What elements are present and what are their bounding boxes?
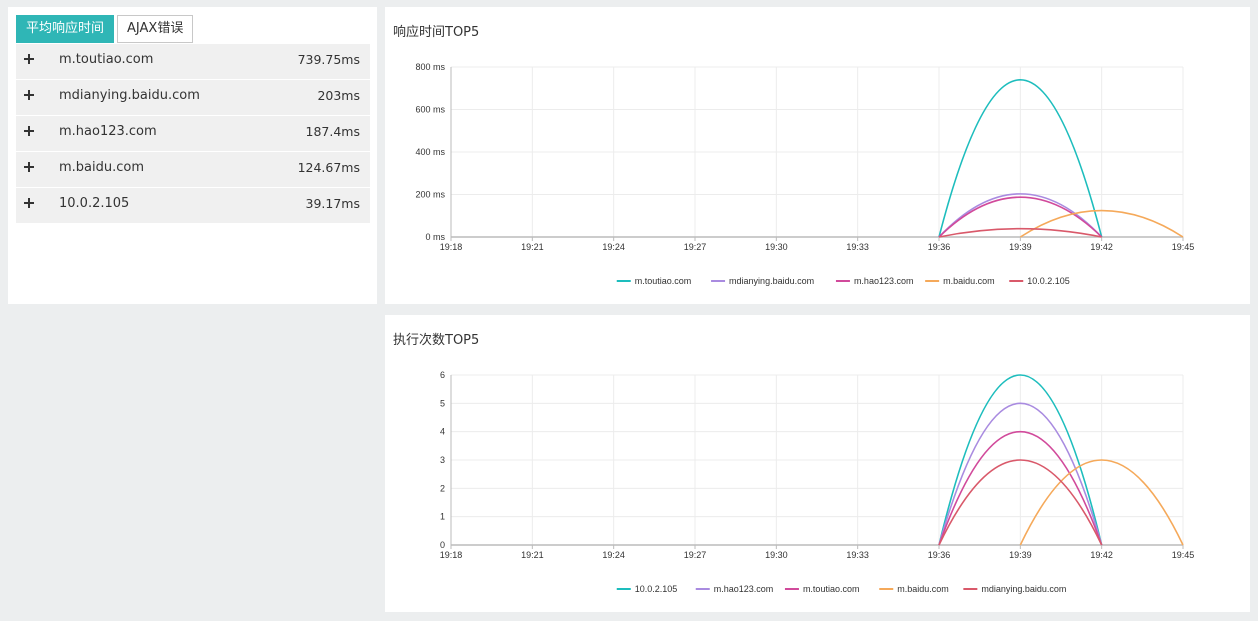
list-item[interactable]: m.hao123.com 187.4ms xyxy=(16,116,370,151)
x-tick-label: 19:27 xyxy=(684,550,707,560)
legend-label: m.hao123.com xyxy=(854,276,914,286)
x-tick-label: 19:45 xyxy=(1172,242,1195,252)
list-item-value: 39.17ms xyxy=(305,196,360,211)
x-tick-label: 19:27 xyxy=(684,242,707,252)
x-tick-label: 19:33 xyxy=(846,242,869,252)
tab-ajax-errors[interactable]: AJAX错误 xyxy=(117,15,194,43)
x-tick-label: 19:21 xyxy=(521,242,544,252)
list-item-host: m.toutiao.com xyxy=(59,52,154,67)
list-item-host: 10.0.2.105 xyxy=(59,196,130,211)
x-tick-label: 19:39 xyxy=(1009,242,1032,252)
y-tick-label: 3 xyxy=(440,455,445,465)
list-item-value: 124.67ms xyxy=(297,160,360,175)
expand-plus-icon[interactable] xyxy=(24,197,36,209)
x-tick-label: 19:24 xyxy=(602,550,625,560)
legend-label: mdianying.baidu.com xyxy=(729,276,814,286)
tab-avg-response-time[interactable]: 平均响应时间 xyxy=(16,15,115,43)
list-item-host: mdianying.baidu.com xyxy=(59,88,200,103)
expand-plus-icon[interactable] xyxy=(24,161,36,173)
x-tick-label: 19:30 xyxy=(765,242,788,252)
response-time-chart: 0 ms 200 ms 400 ms 600 ms 800 ms 19:18 19:21 19… xyxy=(415,62,1195,286)
x-tick-label: 19:24 xyxy=(602,242,625,252)
execution-count-chart: 0 1 2 3 4 5 6 19:18 19:21 19:24 19:27 19:30 19:33 19:… xyxy=(440,370,1195,594)
y-tick-label: 4 xyxy=(440,427,445,437)
y-tick-label: 0 xyxy=(440,540,445,550)
x-tick-label: 19:42 xyxy=(1090,550,1113,560)
x-tick-label: 19:36 xyxy=(928,550,951,560)
response-time-chart-panel: 响应时间TOP5 0 ms 200 ms 400 ms 600 ms 800 ms 19:… xyxy=(385,7,1250,304)
x-tick-label: 19:18 xyxy=(440,550,463,560)
y-tick-label: 200 ms xyxy=(415,190,445,200)
ranking-list: m.toutiao.com 739.75ms mdianying.baidu.c… xyxy=(16,44,370,224)
expand-plus-icon[interactable] xyxy=(24,89,36,101)
x-tick-label: 19:33 xyxy=(846,550,869,560)
legend-item[interactable]: m.hao123.com xyxy=(695,584,774,594)
legend-item[interactable]: m.toutiao.com xyxy=(784,584,860,594)
y-tick-label: 800 ms xyxy=(415,62,445,72)
list-item[interactable]: m.baidu.com 124.67ms xyxy=(16,152,370,187)
legend-item[interactable]: m.toutiao.com xyxy=(616,276,692,286)
legend-item[interactable]: mdianying.baidu.com xyxy=(711,276,814,286)
legend-label: 10.0.2.105 xyxy=(635,584,678,594)
x-tick-label: 19:45 xyxy=(1172,550,1195,560)
legend-item[interactable]: m.hao123.com xyxy=(835,276,914,286)
legend-label: m.baidu.com xyxy=(943,276,995,286)
x-tick-label: 19:36 xyxy=(928,242,951,252)
list-item[interactable]: 10.0.2.105 39.17ms xyxy=(16,188,370,223)
legend-label: m.toutiao.com xyxy=(635,276,692,286)
y-tick-label: 6 xyxy=(440,370,445,380)
ranking-panel: 平均响应时间 AJAX错误 m.toutiao.com 739.75ms mdi… xyxy=(8,7,377,304)
metric-tabs: 平均响应时间 AJAX错误 xyxy=(16,15,194,43)
legend-label: mdianying.baidu.com xyxy=(981,584,1066,594)
y-tick-label: 400 ms xyxy=(415,147,445,157)
legend-item[interactable]: mdianying.baidu.com xyxy=(963,584,1066,594)
legend-item[interactable]: 10.0.2.105 xyxy=(1009,276,1070,286)
expand-plus-icon[interactable] xyxy=(24,125,36,137)
y-tick-label: 1 xyxy=(440,512,445,522)
x-tick-label: 19:30 xyxy=(765,550,788,560)
list-item-host: m.baidu.com xyxy=(59,160,145,175)
legend-label: m.hao123.com xyxy=(714,584,774,594)
x-tick-label: 19:18 xyxy=(440,242,463,252)
y-tick-label: 600 ms xyxy=(415,105,445,115)
execution-count-chart-panel: 执行次数TOP5 0 1 2 3 4 5 6 19:18 19:21 19:24 19:27 19:3… xyxy=(385,315,1250,612)
list-item-value: 187.4ms xyxy=(305,124,360,139)
legend-item[interactable]: m.baidu.com xyxy=(925,276,995,286)
list-item[interactable]: m.toutiao.com 739.75ms xyxy=(16,44,370,79)
list-item-value: 203ms xyxy=(317,88,360,103)
y-tick-label: 2 xyxy=(440,483,445,493)
y-tick-label: 0 ms xyxy=(425,232,445,242)
legend-label: 10.0.2.105 xyxy=(1027,276,1070,286)
list-item[interactable]: mdianying.baidu.com 203ms xyxy=(16,80,370,115)
expand-plus-icon[interactable] xyxy=(24,53,36,65)
x-tick-label: 19:42 xyxy=(1090,242,1113,252)
list-item-host: m.hao123.com xyxy=(59,124,157,139)
legend-item[interactable]: 10.0.2.105 xyxy=(616,584,678,594)
legend-label: m.toutiao.com xyxy=(803,584,860,594)
list-item-value: 739.75ms xyxy=(297,52,360,67)
x-tick-label: 19:21 xyxy=(521,550,544,560)
x-tick-label: 19:39 xyxy=(1009,550,1032,560)
legend-label: m.baidu.com xyxy=(897,584,949,594)
legend-item[interactable]: m.baidu.com xyxy=(879,584,949,594)
y-tick-label: 5 xyxy=(440,398,445,408)
